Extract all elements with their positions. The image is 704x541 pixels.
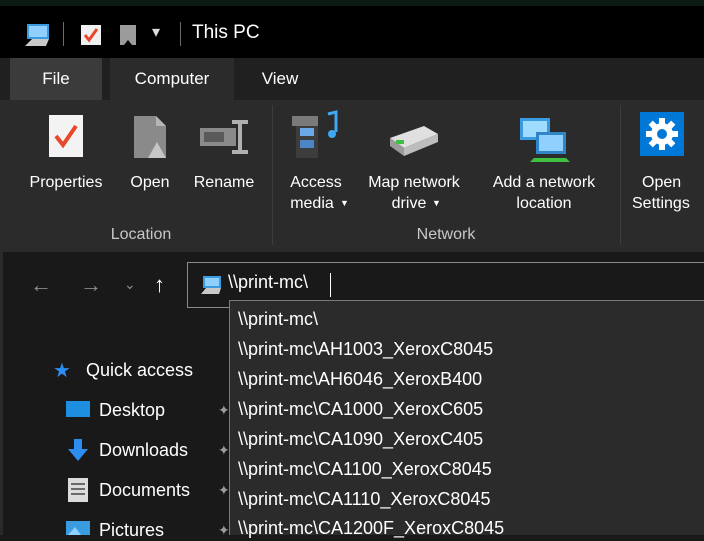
open-settings-label-line1: Open [642, 174, 682, 191]
properties-check-icon[interactable] [80, 24, 102, 46]
sidebar-item-pictures[interactable]: Pictures [99, 520, 164, 541]
sidebar-item-desktop[interactable]: Desktop [99, 400, 165, 421]
suggestion-item[interactable]: \\print-mc\CA1090_XeroxC405 [238, 429, 483, 450]
title-bar [0, 0, 704, 58]
suggestion-item[interactable]: \\print-mc\AH1003_XeroxC8045 [238, 339, 493, 360]
computer-location-icon [201, 276, 221, 294]
network-group-label: Network [416, 226, 476, 243]
downloads-icon [68, 439, 88, 461]
access-media-label-line1: Access [290, 174, 342, 191]
access-media-icon [292, 110, 338, 158]
suggestion-item[interactable]: \\print-mc\ [238, 309, 318, 330]
address-input[interactable]: \\print-mc\ [228, 272, 308, 293]
open-settings-label-line2: Settings [632, 195, 690, 212]
up-arrow-icon[interactable]: ↑ [154, 272, 165, 298]
pin-icon: ✦ [218, 482, 230, 498]
new-folder-icon[interactable] [119, 24, 137, 46]
tab-view[interactable]: View [234, 58, 326, 100]
access-media-button[interactable]: Access media ▼ [282, 108, 350, 218]
open-label: Open [130, 174, 170, 191]
title-separator [180, 22, 181, 46]
text-cursor [330, 273, 331, 297]
map-network-drive-button[interactable]: Map network drive ▼ [354, 108, 474, 218]
window-left-edge [0, 252, 3, 535]
window-top-edge [0, 0, 704, 6]
rename-label: Rename [193, 174, 255, 191]
map-network-drive-label-line2: drive [391, 195, 427, 212]
open-settings-button[interactable]: Open Settings [628, 108, 704, 218]
customize-qa-dropdown-icon[interactable]: ▾ [152, 22, 160, 42]
add-network-location-icon [520, 118, 570, 162]
back-arrow-icon[interactable]: ← [30, 272, 52, 298]
settings-gear-icon [640, 112, 684, 156]
access-media-dropdown-icon: ▼ [340, 198, 349, 208]
add-network-location-button[interactable]: Add a network location [478, 108, 610, 218]
location-group-label: Location [110, 226, 172, 243]
open-button[interactable]: Open [122, 108, 178, 218]
desktop-icon [66, 401, 90, 417]
map-network-drive-label-line1: Map network [368, 174, 460, 191]
suggestion-item[interactable]: \\print-mc\CA1110_XeroxC8045 [238, 489, 490, 510]
pictures-icon [66, 521, 90, 535]
tab-file[interactable]: File [10, 58, 102, 100]
this-pc-icon[interactable] [24, 22, 54, 48]
suggestion-item[interactable]: \\print-mc\CA1000_XeroxC605 [238, 399, 483, 420]
documents-icon [68, 478, 88, 502]
properties-button[interactable]: Properties [18, 108, 114, 218]
properties-icon [49, 115, 83, 157]
tab-row [0, 58, 704, 100]
pin-icon: ✦ [218, 402, 230, 418]
properties-label: Properties [29, 174, 103, 191]
quick-access-star-icon: ★ [53, 360, 71, 382]
open-icon [134, 116, 166, 158]
ribbon-group-separator [272, 105, 273, 245]
access-media-label-line2: media [290, 195, 334, 212]
forward-arrow-icon[interactable]: → [80, 272, 102, 298]
ribbon-group-separator [620, 105, 621, 245]
rename-icon [200, 120, 248, 154]
recent-locations-chevron-icon[interactable]: ⌄ [124, 276, 136, 293]
window-title: This PC [192, 22, 260, 43]
map-network-drive-icon [390, 126, 438, 156]
sidebar-item-documents[interactable]: Documents [99, 480, 190, 501]
map-network-drive-dropdown-icon: ▼ [432, 198, 441, 208]
suggestion-item[interactable]: \\print-mc\CA1100_XeroxC8045 [238, 459, 492, 480]
add-network-location-label-line2: location [516, 195, 572, 212]
suggestion-item[interactable]: \\print-mc\CA1200F_XeroxC8045 [238, 518, 504, 539]
suggestion-item[interactable]: \\print-mc\AH6046_XeroxB400 [238, 369, 482, 390]
qa-separator [63, 22, 64, 46]
sidebar-item-downloads[interactable]: Downloads [99, 440, 188, 461]
pin-icon: ✦ [218, 442, 230, 458]
rename-button[interactable]: Rename [184, 108, 264, 218]
pin-icon: ✦ [218, 522, 230, 538]
tab-computer[interactable]: Computer [110, 58, 234, 100]
add-network-location-label-line1: Add a network [492, 174, 596, 191]
sidebar-item-quick-access[interactable]: Quick access [86, 360, 193, 381]
